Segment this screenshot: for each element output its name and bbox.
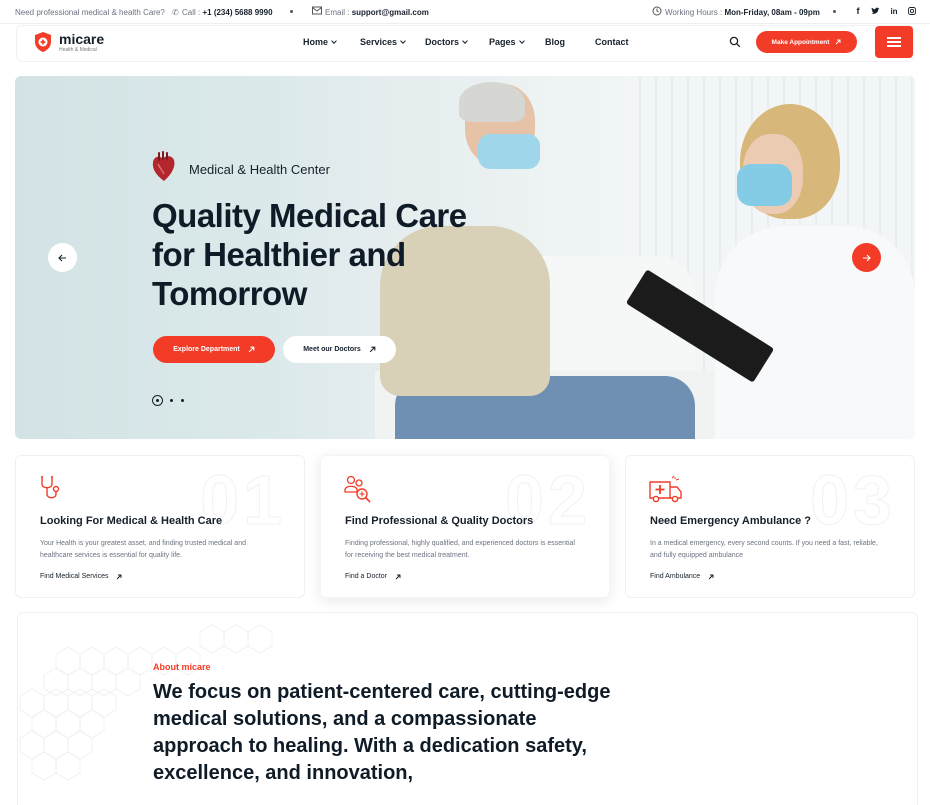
hamburger-menu-button[interactable] xyxy=(875,26,913,58)
facebook-icon[interactable]: f xyxy=(853,6,863,16)
service-card-ambulance[interactable]: 03 Need Emergency Ambulance ? In a medic… xyxy=(625,455,915,598)
chevron-down-icon xyxy=(462,38,468,44)
topbar-hours: Working Hours : Mon-Friday, 08am - 09pm xyxy=(665,8,820,17)
hero-eyebrow: Medical & Health Center xyxy=(189,162,330,177)
ambulance-icon xyxy=(649,475,682,503)
doctors-search-icon xyxy=(344,475,371,503)
make-appointment-label: Make Appointment xyxy=(771,38,830,46)
card-title: Need Emergency Ambulance ? xyxy=(650,515,811,527)
card-number: 01 xyxy=(200,461,286,540)
chevron-down-icon xyxy=(331,38,337,44)
instagram-icon[interactable] xyxy=(907,7,917,17)
slide-dot-3[interactable] xyxy=(181,399,184,402)
hero-patient-mask xyxy=(478,134,540,169)
topbar-email[interactable]: Email : support@gmail.com xyxy=(325,8,429,17)
arrow-up-right-icon xyxy=(248,346,255,353)
about-eyebrow: About micare xyxy=(153,662,211,672)
mail-icon xyxy=(312,6,322,17)
card-text: Your Health is your greatest asset, and … xyxy=(40,540,246,559)
hero-doctor-mask xyxy=(737,164,792,206)
slider-prev-button[interactable] xyxy=(48,243,77,272)
card-number: 02 xyxy=(505,461,591,540)
card-title: Find Professional & Quality Doctors xyxy=(345,515,534,527)
stethoscope-icon xyxy=(41,476,60,499)
make-appointment-button[interactable]: Make Appointment xyxy=(756,31,857,53)
menu-line xyxy=(887,41,901,43)
nav-blog[interactable]: Blog xyxy=(545,37,565,47)
explore-department-button[interactable]: Explore Department xyxy=(153,336,275,363)
arrow-up-right-icon xyxy=(836,39,841,45)
nav-services[interactable]: Services xyxy=(360,37,406,47)
find-doctor-link[interactable]: Find a Doctor xyxy=(345,573,401,580)
explore-department-label: Explore Department xyxy=(173,346,240,353)
nav-doctors[interactable]: Doctors xyxy=(425,37,468,47)
topbar-separator xyxy=(290,10,293,13)
brand-name[interactable]: micare xyxy=(59,31,104,47)
card-text: In a medical emergency, every second cou… xyxy=(650,540,878,559)
meet-doctors-label: Meet our Doctors xyxy=(303,346,361,353)
card-link-label: Find Ambulance xyxy=(650,573,701,580)
nav-pages[interactable]: Pages xyxy=(489,37,525,47)
service-card-doctors[interactable]: 02 Find Professional & Quality Doctors F… xyxy=(320,455,610,598)
card-number: 03 xyxy=(810,461,896,540)
arrow-up-right-icon xyxy=(369,346,376,353)
topbar-separator xyxy=(833,10,836,13)
card-link-label: Find Medical Services xyxy=(40,573,109,580)
twitter-icon[interactable] xyxy=(870,7,880,17)
chevron-down-icon xyxy=(400,38,406,44)
slider-next-button[interactable] xyxy=(852,243,881,272)
top-info-bar: Need professional medical & health Care?… xyxy=(0,0,930,24)
card-text: Finding professional, highly qualified, … xyxy=(345,540,575,559)
nav-contact[interactable]: Contact xyxy=(595,37,629,47)
slide-dot-1[interactable] xyxy=(156,399,159,402)
hero-patient-hair xyxy=(459,82,525,122)
phone-icon: ✆ xyxy=(172,8,179,17)
arrow-up-right-icon xyxy=(708,574,714,579)
nav-home[interactable]: Home xyxy=(303,37,337,47)
topbar-call[interactable]: Call : +1 (234) 5688 9990 xyxy=(182,8,273,17)
chevron-down-icon xyxy=(518,38,525,44)
card-title: Looking For Medical & Health Care xyxy=(40,515,223,527)
find-ambulance-link[interactable]: Find Ambulance xyxy=(650,573,714,580)
arrow-right-icon xyxy=(863,254,871,261)
topbar-tagline: Need professional medical & health Care? xyxy=(15,8,165,17)
brand-tagline: Health & Medical xyxy=(59,47,97,53)
clock-icon xyxy=(652,6,662,18)
search-icon[interactable] xyxy=(729,36,741,48)
about-title: We focus on patient-centered care, cutti… xyxy=(153,681,611,784)
heart-icon xyxy=(152,151,175,181)
find-medical-services-link[interactable]: Find Medical Services xyxy=(40,573,122,580)
arrow-up-right-icon xyxy=(117,574,122,579)
meet-doctors-button[interactable]: Meet our Doctors xyxy=(283,336,396,363)
slide-dot-2[interactable] xyxy=(170,399,173,402)
arrow-up-right-icon xyxy=(395,574,401,579)
linkedin-icon[interactable]: in xyxy=(889,7,899,16)
service-card-medical[interactable]: 01 Looking For Medical & Health Care You… xyxy=(15,455,305,598)
arrow-left-icon xyxy=(58,254,66,261)
menu-line xyxy=(887,45,901,47)
menu-line xyxy=(887,37,901,39)
card-link-label: Find a Doctor xyxy=(345,573,388,580)
hero-title: Quality Medical Care for Healthier and T… xyxy=(152,197,467,312)
micare-logo-icon[interactable] xyxy=(33,31,53,53)
